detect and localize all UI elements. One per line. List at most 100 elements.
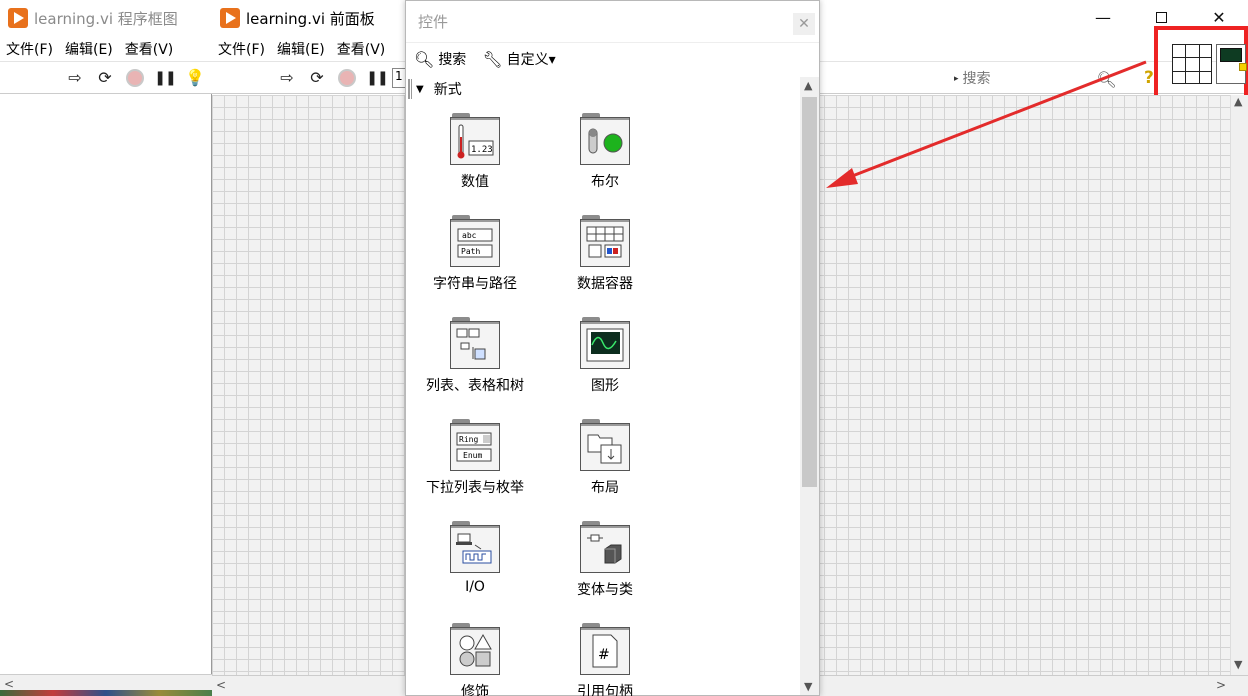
palette-category-label: 新式 [433,82,462,98]
palette-item-label: 下拉列表与枚举 [426,480,524,496]
search-icon: 🔍︎ [414,49,435,69]
wrench-icon: 🔧︎ [482,49,503,69]
list-table-tree-icon [450,317,500,369]
search-expand-icon[interactable]: ▸ [954,74,959,84]
svg-text:abc: abc [462,231,477,240]
vi-icon-screen [1220,48,1242,62]
palette-search-button[interactable]: 🔍︎ 搜索 [414,49,466,69]
palette-item-label: 数据容器 [577,276,633,292]
scroll-down-icon[interactable]: ▼ [804,680,812,693]
abort-execution-icon[interactable] [126,68,144,87]
palette-item-label: 引用句柄 [577,684,633,696]
scroll-up-icon[interactable]: ▲ [1234,95,1242,108]
labview-app-icon [220,8,240,28]
menu-view[interactable]: 查看(V) [119,39,180,59]
containers-icon [580,419,630,471]
menu-view[interactable]: 查看(V) [331,39,392,59]
palette-item-label: 修饰 [461,684,489,696]
palette-item-label: 布尔 [591,174,619,190]
palette-item-label: 布局 [591,480,619,496]
palette-category-header[interactable]: ▼ 新式 [406,77,800,101]
svg-text:Enum: Enum [463,451,482,460]
drag-grip-icon[interactable] [408,79,412,99]
controls-palette[interactable]: 控件 ✕ 🔍︎ 搜索 🔧︎ 自定义▾ ▼ 新式 1.23 数值 布尔 abc P… [405,0,820,696]
block-diagram-window[interactable]: learning.vi 程序框图 文件(F) 编辑(E) 查看(V) ⇨ ⟳ ❚… [0,0,212,696]
run-continuously-icon[interactable]: ⟳ [94,67,116,89]
front-panel-vscroll[interactable]: ▲ ▼ [1230,95,1248,675]
menu-file[interactable]: 文件(F) [0,39,59,59]
boolean-icon [580,113,630,165]
pause-icon[interactable]: ❚❚ [366,67,388,89]
minimize-button[interactable]: — [1074,0,1132,34]
pause-icon[interactable]: ❚❚ [154,67,176,89]
vi-icon-badge [1239,63,1247,71]
palette-item-label: 图形 [591,378,619,394]
io-icon [450,521,500,573]
block-diagram-title: learning.vi 程序框图 [34,9,178,28]
palette-item-label: 字符串与路径 [433,276,517,292]
palette-search-label: 搜索 [438,52,467,68]
palette-item-graph[interactable]: 图形 [540,317,670,395]
scroll-right-icon[interactable]: > [1216,678,1226,692]
context-help-icon[interactable]: ? [1144,68,1154,88]
scroll-down-icon[interactable]: ▼ [1234,658,1242,671]
run-arrow-icon[interactable]: ⇨ [64,67,86,89]
scroll-left-icon[interactable]: < [216,678,226,692]
svg-text:Path: Path [461,247,480,256]
palette-customize-label: 自定义▾ [506,52,556,68]
palette-item-string-path[interactable]: abc Path 字符串与路径 [410,215,540,293]
svg-text:1.23: 1.23 [471,145,493,155]
scroll-up-icon[interactable]: ▲ [804,79,812,92]
run-arrow-icon[interactable]: ⇨ [276,67,298,89]
palette-item-decorations[interactable]: 修饰 [410,623,540,696]
numeric-icon: 1.23 [450,113,500,165]
palette-vscroll[interactable]: ▲ ▼ [800,77,819,695]
palette-item-containers[interactable]: 布局 [540,419,670,497]
palette-item-numeric[interactable]: 1.23 数值 [410,113,540,191]
highlight-execution-bulb-icon[interactable]: 💡 [184,67,206,89]
svg-text:#: # [598,647,610,663]
palette-title: 控件 [418,13,449,31]
palette-item-ring-enum[interactable]: Ring Enum 下拉列表与枚举 [410,419,540,497]
menu-file[interactable]: 文件(F) [212,39,271,59]
palette-item-array-cluster[interactable]: 数据容器 [540,215,670,293]
palette-item-variant-class[interactable]: 变体与类 [540,521,670,599]
palette-item-list-table-tree[interactable]: 列表、表格和树 [410,317,540,395]
ring-enum-icon: Ring Enum [450,419,500,471]
variant-class-icon [580,521,630,573]
abort-execution-icon[interactable] [338,68,356,87]
palette-customize-button[interactable]: 🔧︎ 自定义▾ [482,49,555,69]
string-path-icon: abc Path [450,215,500,267]
menu-edit[interactable]: 编辑(E) [59,39,119,59]
menu-edit[interactable]: 编辑(E) [271,39,331,59]
palette-item-boolean[interactable]: 布尔 [540,113,670,191]
search-icon[interactable]: 🔍︎ [1097,70,1117,89]
collapse-triangle-icon[interactable]: ▼ [416,84,424,95]
highlighted-connector-area [1154,26,1248,101]
labview-app-icon [8,8,28,28]
search-box: ▸ 🔍︎ [954,68,1149,90]
run-continuously-icon[interactable]: ⟳ [306,67,328,89]
palette-item-label: 列表、表格和树 [426,378,524,394]
decorations-icon [450,623,500,675]
font-size-field[interactable]: 1 [392,68,406,88]
front-panel-title: learning.vi 前面板 [246,9,375,28]
palette-item-label: 数值 [461,174,489,190]
maximize-icon [1155,11,1167,23]
desktop-wallpaper-strip [0,690,212,696]
palette-item-refnum[interactable]: # 引用句柄 [540,623,670,696]
palette-item-io[interactable]: I/O [410,521,540,595]
graph-icon [580,317,630,369]
connector-pane-icon[interactable] [1172,44,1212,84]
palette-scroll-thumb[interactable] [802,97,817,487]
block-diagram-titlebar[interactable]: learning.vi 程序框图 [0,0,212,36]
svg-text:Ring: Ring [459,435,478,444]
palette-close-button[interactable]: ✕ [793,13,815,35]
palette-item-label: I/O [465,579,485,595]
block-diagram-toolbar: ⇨ ⟳ ❚❚ 💡 [0,62,212,94]
palette-titlebar[interactable]: 控件 ✕ [406,1,819,43]
vi-icon[interactable] [1216,44,1247,84]
scroll-left-icon[interactable]: < [4,677,14,691]
array-cluster-icon [580,215,630,267]
search-input[interactable] [962,69,1093,89]
